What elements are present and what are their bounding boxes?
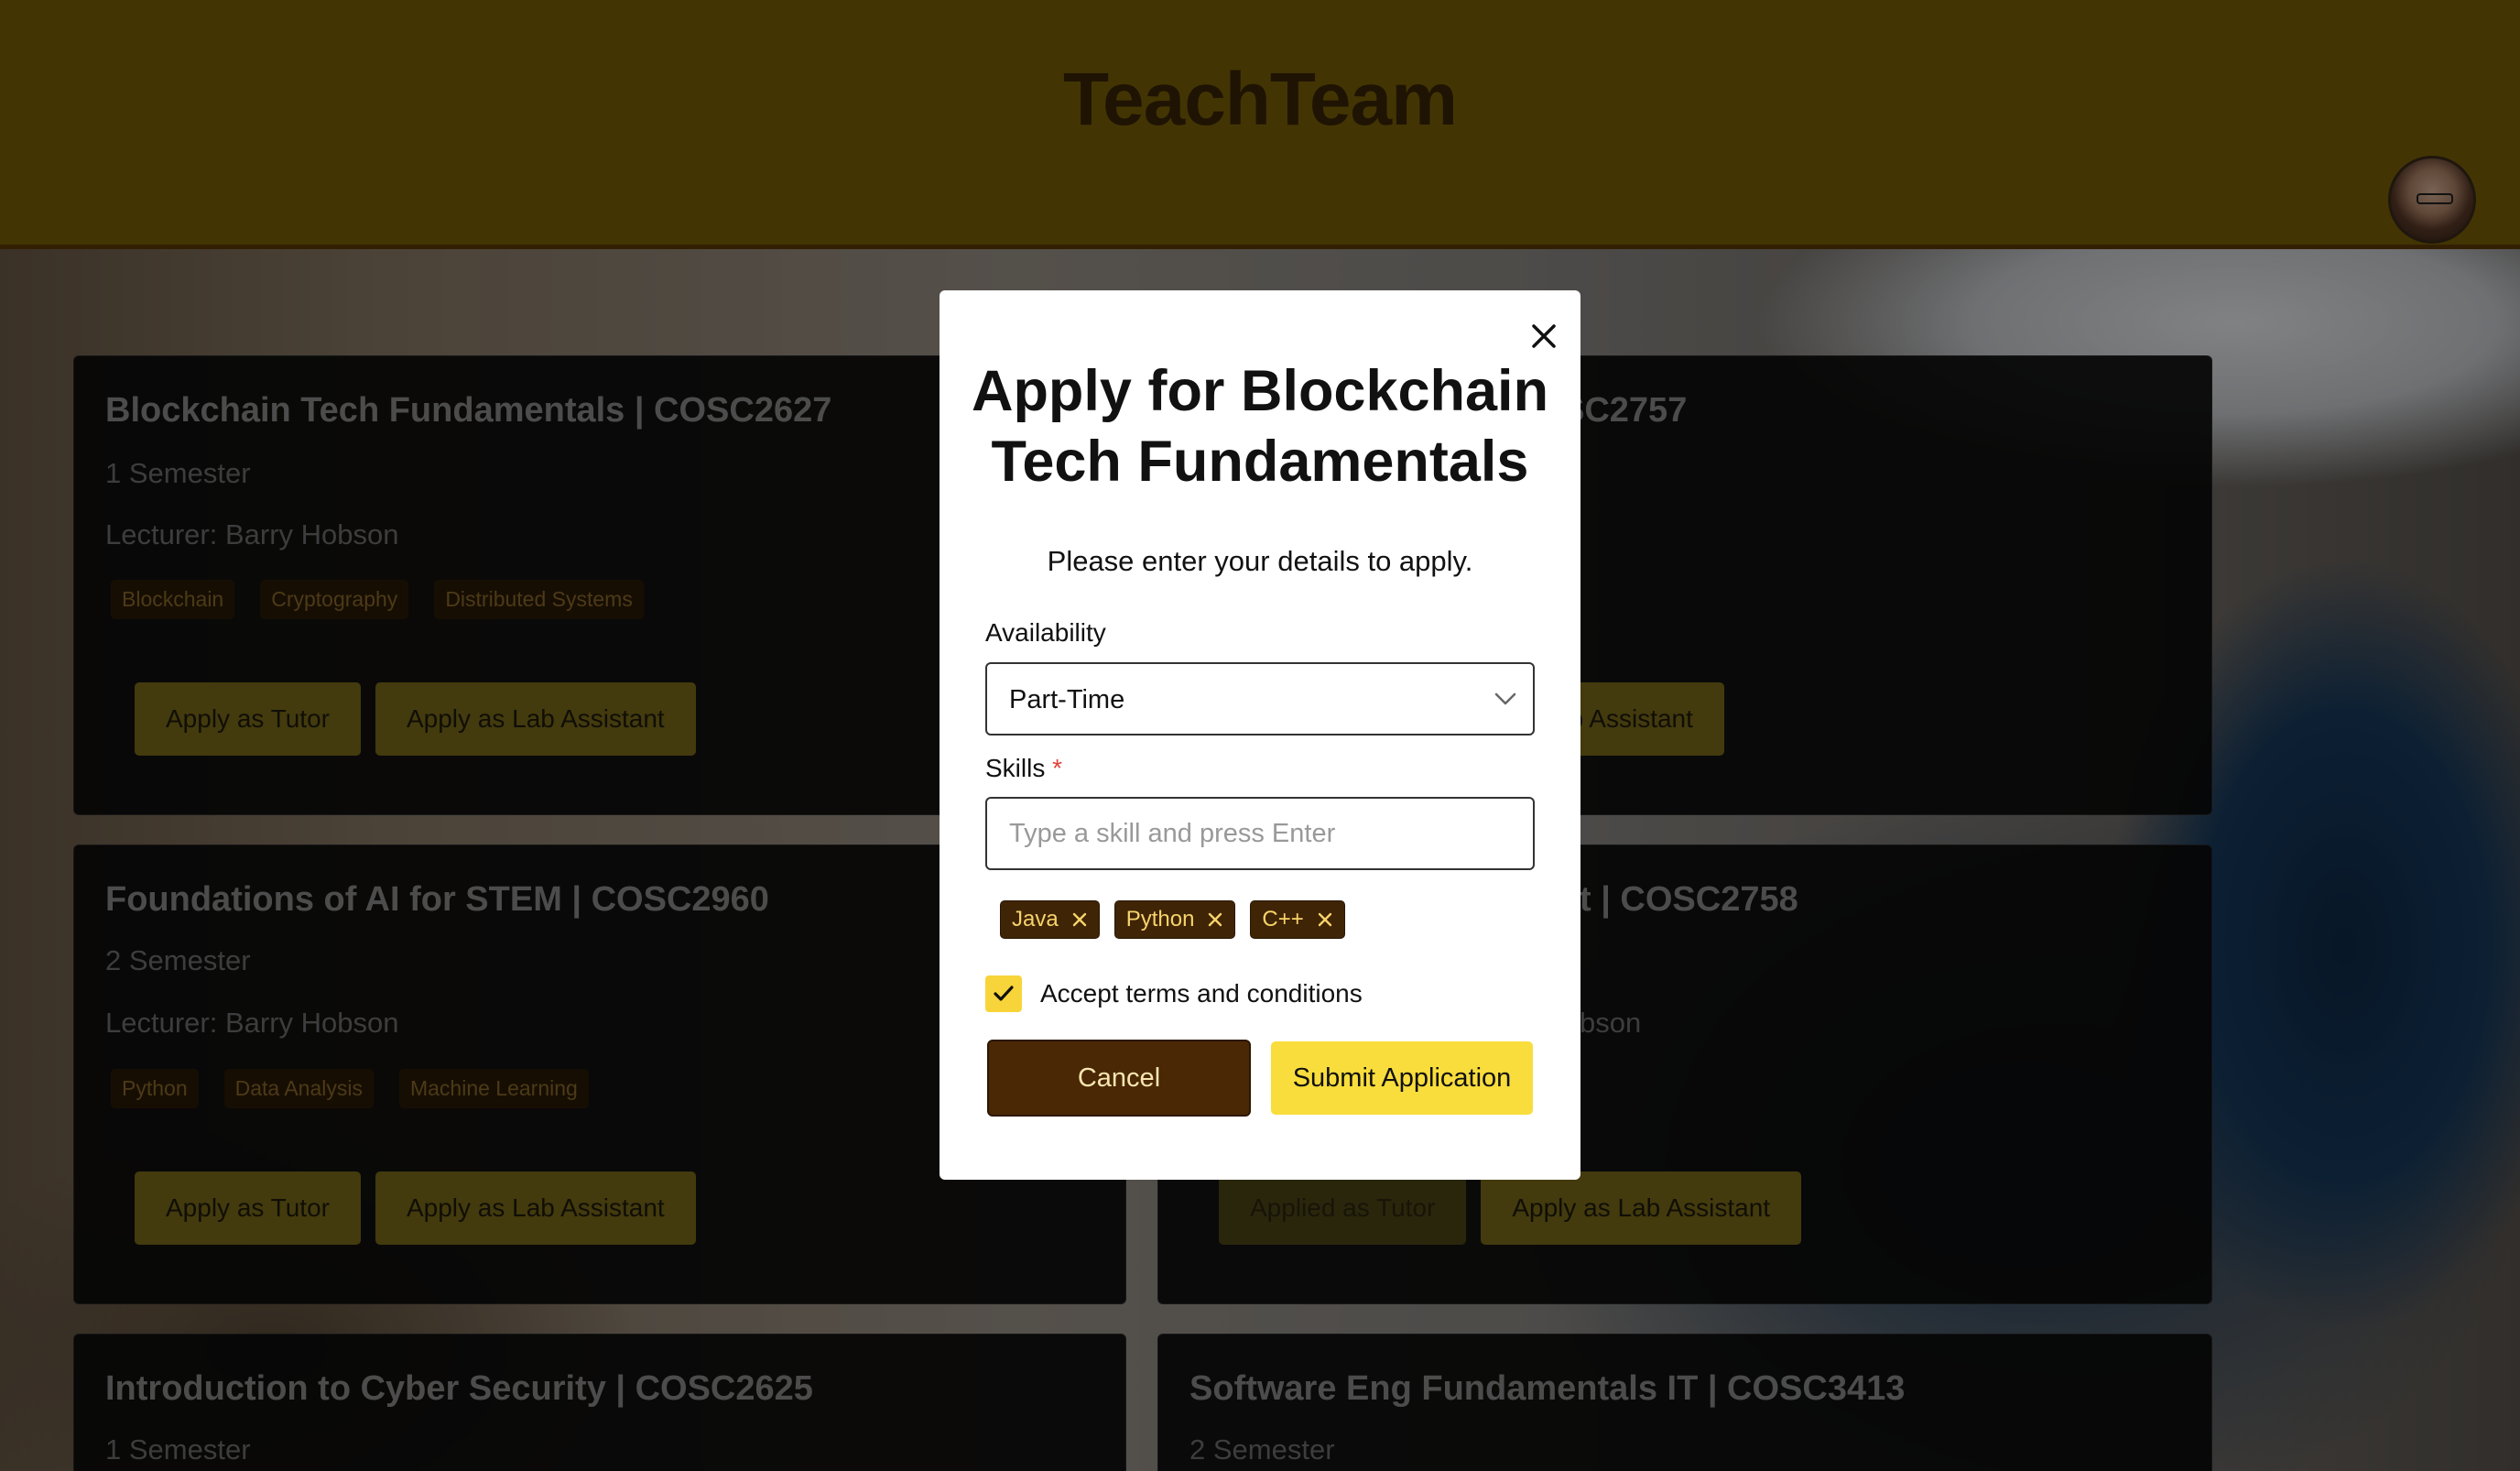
remove-skill-icon[interactable] — [1071, 911, 1088, 928]
availability-label: Availability — [985, 618, 1106, 647]
skill-chip: Java — [1000, 900, 1100, 939]
skill-chip: C++ — [1250, 900, 1345, 939]
application-modal: Apply for Blockchain Tech Fundamentals P… — [940, 290, 1580, 1180]
remove-skill-icon[interactable] — [1317, 911, 1333, 928]
availability-select[interactable]: Part-Time — [985, 662, 1535, 736]
skills-label: Skills * — [985, 754, 1062, 783]
skill-chips: Java Python C++ — [1000, 900, 1345, 939]
availability-value: Part-Time — [1009, 685, 1125, 714]
modal-subtitle: Please enter your details to apply. — [1047, 545, 1473, 577]
skill-chip-label: Python — [1125, 907, 1195, 932]
skills-input[interactable] — [985, 797, 1535, 870]
skill-chip-label: Java — [1012, 907, 1059, 932]
skill-chip-label: C++ — [1262, 907, 1304, 932]
remove-skill-icon[interactable] — [1207, 911, 1223, 928]
terms-label[interactable]: Accept terms and conditions — [1040, 979, 1363, 1008]
chevron-down-icon — [1494, 692, 1516, 705]
required-marker: * — [1052, 754, 1063, 782]
cancel-button[interactable]: Cancel — [987, 1040, 1251, 1117]
skill-chip: Python — [1113, 900, 1236, 939]
submit-application-button[interactable]: Submit Application — [1271, 1041, 1533, 1115]
close-icon[interactable] — [1526, 318, 1562, 354]
terms-checkbox[interactable] — [985, 975, 1022, 1012]
checkmark-icon — [994, 986, 1014, 1001]
skills-label-text: Skills — [985, 754, 1046, 782]
modal-title: Apply for Blockchain Tech Fundamentals — [971, 359, 1549, 494]
